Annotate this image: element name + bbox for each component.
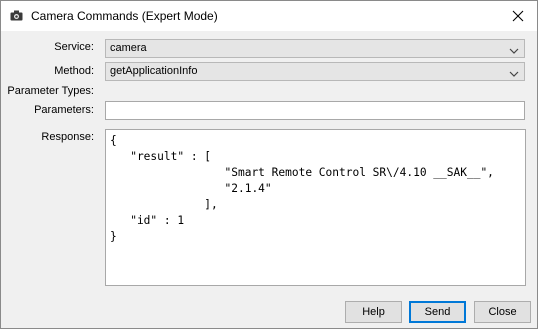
window-title: Camera Commands (Expert Mode): [31, 9, 218, 23]
response-label: Response:: [41, 131, 94, 143]
service-label: Service:: [54, 41, 94, 53]
service-select[interactable]: camera: [105, 39, 525, 58]
chevron-down-icon: [509, 44, 519, 54]
camera-commands-dialog: Camera Commands (Expert Mode) Service: c…: [0, 0, 538, 329]
service-value: camera: [110, 42, 147, 54]
close-button[interactable]: Close: [474, 301, 531, 323]
method-value: getApplicationInfo: [110, 65, 198, 77]
camera-icon: [10, 10, 23, 21]
parameters-input[interactable]: [105, 101, 525, 120]
response-textarea[interactable]: { "result" : [ "Smart Remote Control SR\…: [105, 129, 526, 286]
parameters-label: Parameters:: [34, 104, 94, 116]
method-label: Method:: [54, 65, 94, 77]
chevron-down-icon: [509, 67, 519, 77]
send-button[interactable]: Send: [409, 301, 466, 323]
close-icon[interactable]: [507, 5, 529, 27]
help-button[interactable]: Help: [345, 301, 402, 323]
method-select[interactable]: getApplicationInfo: [105, 62, 525, 81]
parameter-types-label: Parameter Types:: [7, 85, 94, 97]
title-bar: Camera Commands (Expert Mode): [1, 1, 537, 31]
